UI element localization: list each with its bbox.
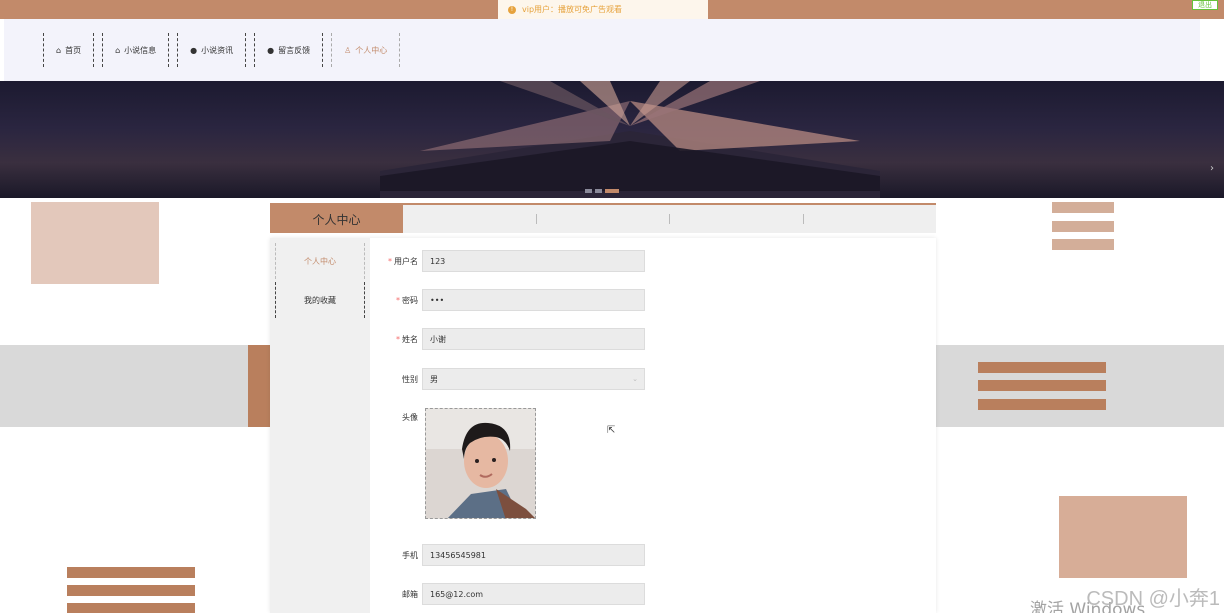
password-row: * 密码 •••: [370, 289, 645, 311]
banner-carousel[interactable]: ›: [0, 81, 1224, 198]
email-row: 邮箱 165@12.com: [370, 583, 645, 605]
decor-bar: [1052, 202, 1114, 213]
gender-value: 男: [430, 374, 438, 384]
chevron-right-icon[interactable]: ›: [1210, 163, 1214, 174]
avatar-photo: [426, 409, 535, 518]
tab-divider: [403, 214, 537, 224]
nav-item-label: 个人中心: [355, 45, 388, 55]
vip-notice-text: vip用户：播放可免广告观看: [522, 5, 623, 14]
phone-label: 手机: [402, 550, 418, 560]
nav-item-label: 小说信息: [124, 45, 157, 55]
decor-bar: [248, 345, 270, 427]
required-mark: *: [388, 256, 392, 266]
nav-item-label: 小说资讯: [201, 45, 234, 55]
email-label: 邮箱: [402, 589, 418, 599]
nav-item-novels[interactable]: ⌂ 小说信息: [102, 33, 170, 67]
nav-item-feedback[interactable]: ● 留言反馈: [254, 33, 324, 67]
decor-bar: [978, 399, 1106, 410]
book-image: [380, 81, 880, 198]
vip-notice: ! vip用户：播放可免广告观看: [498, 0, 708, 19]
decor-block: [1059, 496, 1187, 578]
info-icon: ●: [190, 45, 198, 55]
side-menu: 个人中心 我的收藏: [270, 238, 370, 613]
nav-item-news[interactable]: ● 小说资讯: [177, 33, 247, 67]
decor-bar: [67, 603, 195, 613]
required-mark: *: [396, 334, 400, 344]
gender-select[interactable]: 男 ⌄: [422, 368, 645, 390]
profile-panel: 个人中心 我的收藏 * 用户名 123 * 密码 ••• * 姓名 小谢 性别 男 ⌄…: [270, 238, 936, 613]
gender-label: 性别: [402, 374, 418, 384]
password-label: 密码: [402, 295, 418, 305]
decor-block: [31, 202, 159, 284]
decor-bar: [1052, 221, 1114, 232]
nav-item-profile[interactable]: ♙ 个人中心: [331, 33, 401, 67]
side-item-profile[interactable]: 个人中心: [275, 243, 365, 279]
tab-divider: [670, 214, 804, 224]
home-icon: ⌂: [56, 45, 62, 55]
tab-divider: [804, 214, 937, 224]
email-input[interactable]: 165@12.com: [422, 583, 645, 605]
side-item-favorites[interactable]: 我的收藏: [275, 282, 365, 318]
phone-row: 手机 13456545981: [370, 544, 645, 566]
carousel-dot[interactable]: [595, 189, 602, 193]
carousel-indicators[interactable]: [585, 189, 619, 193]
csdn-watermark: CSDN @小奔1: [1086, 588, 1220, 610]
name-row: * 姓名 小谢: [370, 328, 645, 350]
nav-item-label: 留言反馈: [278, 45, 311, 55]
decor-bar: [67, 585, 195, 596]
gender-row: 性别 男 ⌄: [370, 368, 645, 390]
warning-icon: !: [508, 5, 516, 14]
nav-item-label: 首页: [65, 45, 82, 55]
name-label: 姓名: [402, 334, 418, 344]
tab-profile[interactable]: 个人中心: [270, 205, 403, 233]
required-mark: *: [396, 295, 400, 305]
carousel-dot-active[interactable]: [605, 189, 619, 193]
chevron-down-icon: ⌄: [632, 375, 638, 383]
page-tabs: 个人中心: [270, 203, 936, 233]
avatar-row: 头像: [370, 412, 422, 423]
carousel-dot[interactable]: [585, 189, 592, 193]
tab-divider: [537, 214, 670, 224]
main-nav: ⌂ 首页 ⌂ 小说信息 ● 小说资讯 ● 留言反馈 ♙ 个人中心: [4, 19, 1200, 81]
avatar-label: 头像: [402, 413, 418, 422]
username-input[interactable]: 123: [422, 250, 645, 272]
user-icon: ♙: [344, 45, 352, 55]
help-icon: ●: [267, 45, 275, 55]
logout-button[interactable]: 退出: [1192, 0, 1218, 10]
avatar-upload[interactable]: [425, 408, 536, 519]
decor-bar: [978, 362, 1106, 373]
mouse-cursor-icon: ⇱: [607, 425, 616, 436]
decor-bar: [1052, 239, 1114, 250]
username-label: 用户名: [394, 256, 418, 266]
nav-item-home[interactable]: ⌂ 首页: [43, 33, 95, 67]
decor-bar: [978, 380, 1106, 391]
name-input[interactable]: 小谢: [422, 328, 645, 350]
book-icon: ⌂: [115, 45, 121, 55]
username-row: * 用户名 123: [370, 250, 645, 272]
decor-bar: [67, 567, 195, 578]
phone-input[interactable]: 13456545981: [422, 544, 645, 566]
password-input[interactable]: •••: [422, 289, 645, 311]
